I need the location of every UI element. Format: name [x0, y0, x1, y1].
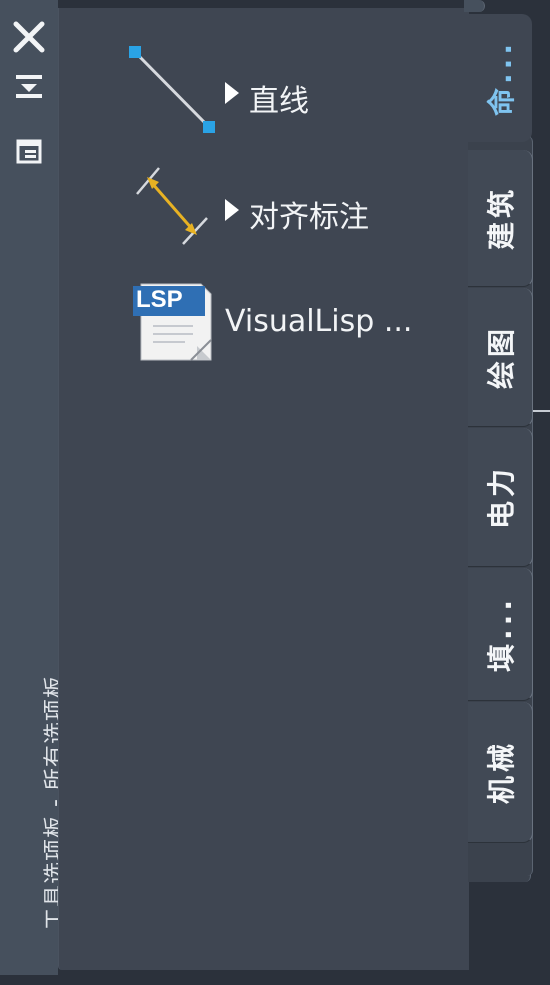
tool-item-aligned-dimension[interactable]: 对齐标注	[59, 166, 469, 246]
tab-label: 机械	[485, 739, 518, 805]
splitter-handle[interactable]	[533, 410, 550, 412]
palette-content-area[interactable]: 直线 对齐标注 LSP VisualLisp ...	[58, 8, 469, 970]
tab-label: 电力	[485, 464, 518, 530]
line-tool-icon	[129, 46, 215, 133]
flyout-arrow-icon[interactable]	[225, 199, 239, 221]
tab-hatch[interactable]: 填...	[468, 568, 533, 701]
tab-architecture[interactable]: 建筑	[468, 150, 533, 287]
tool-palette-window: 工具选项板 - 所有选项板 直线 对齐标注 LSP VisualLisp ...…	[0, 0, 550, 985]
palette-title-bar[interactable]: 工具选项板 - 所有选项板	[0, 0, 68, 975]
tab-label: 绘图	[485, 324, 518, 390]
tab-mechanical[interactable]: 机械	[468, 702, 533, 843]
tool-label: 对齐标注	[249, 200, 369, 235]
tool-item-visuallisp[interactable]: LSP VisualLisp ...	[59, 276, 469, 361]
aligned-dimension-icon	[136, 167, 208, 245]
flyout-arrow-icon[interactable]	[225, 82, 239, 104]
auto-hide-icon[interactable]	[13, 72, 45, 102]
tab-electrical[interactable]: 电力	[468, 428, 533, 567]
tab-active[interactable]: 命...	[468, 14, 532, 142]
tab-label: 填...	[485, 596, 518, 672]
lsp-icon-text: LSP	[136, 286, 183, 313]
tool-label: 直线	[249, 84, 309, 119]
tab-drawing[interactable]: 绘图	[468, 288, 533, 427]
close-icon[interactable]	[10, 18, 48, 56]
lsp-file-icon: LSP	[131, 280, 215, 364]
tab-stack-edge	[464, 0, 485, 12]
tab-label: 命...	[485, 40, 518, 116]
properties-icon[interactable]	[15, 137, 43, 165]
tool-item-line[interactable]: 直线	[59, 40, 469, 133]
tab-label: 建筑	[485, 185, 518, 251]
tool-label: VisualLisp ...	[225, 304, 413, 339]
palette-tab-strip: 命... 建筑 绘图 电力 填... 机械	[464, 0, 550, 985]
